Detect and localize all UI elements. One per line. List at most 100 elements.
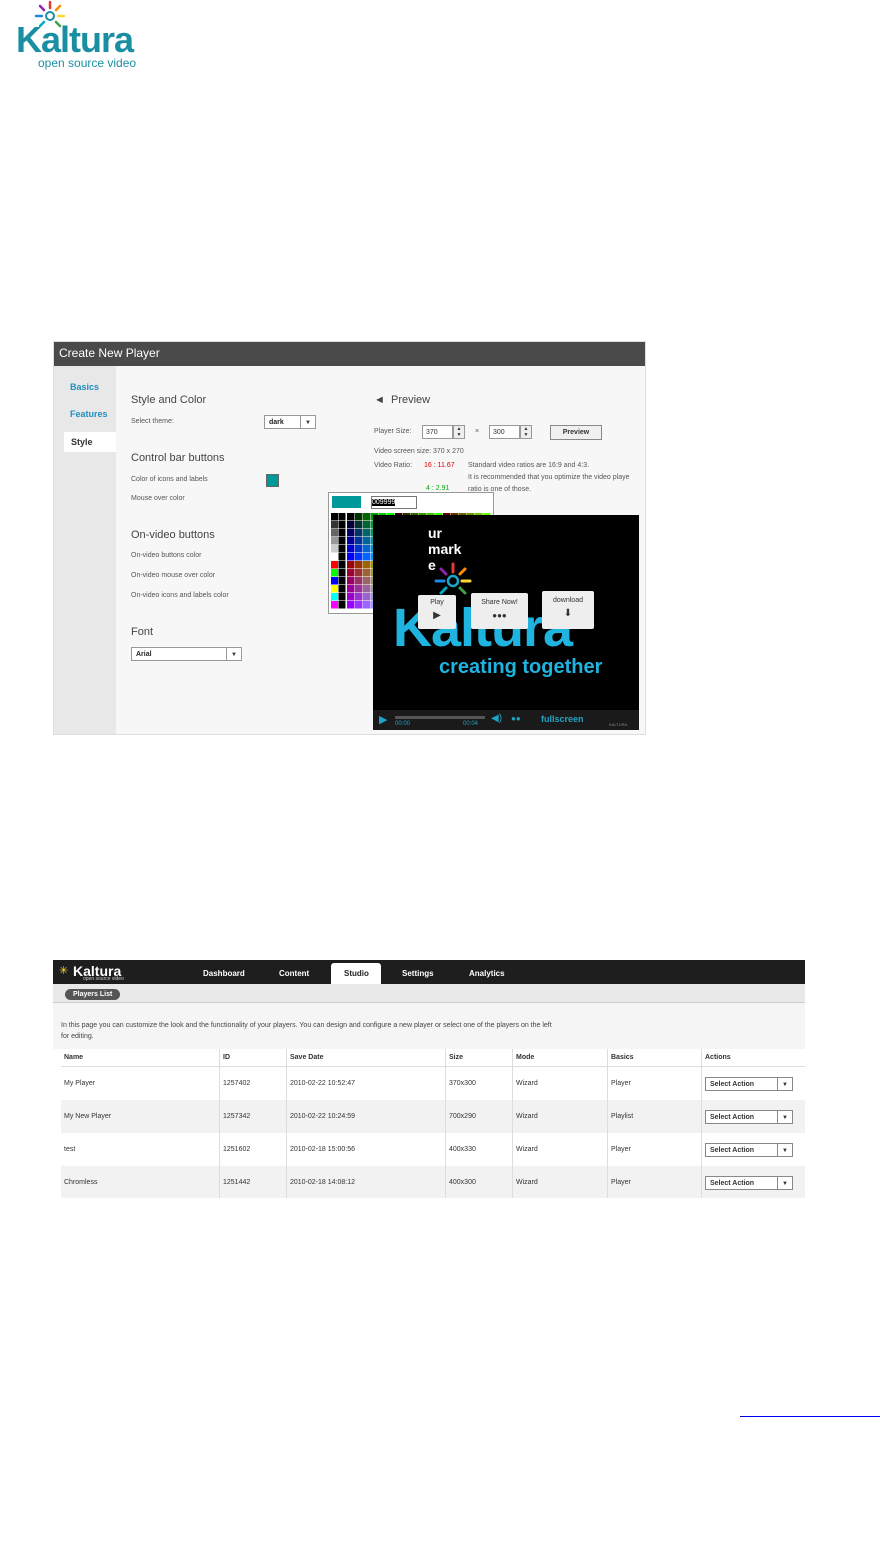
- kaltura-logo: Kaltura open source video: [14, 0, 154, 72]
- preview-button[interactable]: Preview: [550, 425, 602, 440]
- select-action-dropdown[interactable]: Select Action ▼: [705, 1076, 793, 1091]
- sidebar-item-style[interactable]: Style: [64, 432, 117, 452]
- table-row[interactable]: Chromless 1251442 2010-02-18 14:08:12 40…: [61, 1166, 805, 1198]
- cell-size: 700x290: [445, 1100, 513, 1133]
- video-slogan: creating together: [439, 656, 603, 678]
- cell-mode: Wizard: [512, 1166, 608, 1198]
- table-row[interactable]: My Player 1257402 2010-02-22 10:52:47 37…: [61, 1066, 806, 1101]
- panel-title: Create New Player: [54, 342, 645, 366]
- player-width-input[interactable]: 370: [422, 425, 453, 439]
- chevron-down-icon: ▼: [300, 416, 315, 428]
- preview-heading[interactable]: ◄ Preview: [374, 394, 430, 406]
- cell-mode: Wizard: [512, 1100, 608, 1133]
- select-action-dropdown[interactable]: Select Action ▼: [705, 1142, 793, 1157]
- cell-name: Chromless: [61, 1166, 220, 1198]
- ratio-value-green: 4 : 2.91: [426, 485, 450, 492]
- cell-actions: Select Action ▼: [702, 1067, 806, 1101]
- nav-logo-tagline: open source video: [83, 976, 124, 982]
- color-swatch-icons[interactable]: [266, 474, 279, 487]
- cell-actions: Select Action ▼: [701, 1166, 805, 1198]
- font-select[interactable]: Arial ▼: [131, 647, 242, 661]
- select-action-dropdown[interactable]: Select Action ▼: [705, 1175, 793, 1190]
- players-table: Name ID Save Date Size Mode Basics Actio…: [61, 1049, 805, 1198]
- hex-input[interactable]: 009999: [371, 496, 417, 509]
- nav-tab-settings[interactable]: Settings: [402, 969, 434, 978]
- column-header-size[interactable]: Size: [445, 1049, 513, 1067]
- cell-mode: Wizard: [512, 1066, 608, 1100]
- cell-actions: Select Action ▼: [702, 1133, 806, 1166]
- players-list-screen: ✳ Kaltura open source video Dashboard Co…: [53, 960, 805, 1198]
- time-start: 00:00: [395, 721, 411, 727]
- nav-tab-dashboard[interactable]: Dashboard: [203, 969, 245, 978]
- hyperlink-underline[interactable]: [740, 1416, 880, 1417]
- mini-logo: KALTURA: [609, 722, 628, 727]
- cell-actions: Select Action ▼: [701, 1100, 805, 1133]
- share-now-button[interactable]: Share Now! ●●●: [471, 593, 528, 629]
- chevron-down-icon: ▼: [226, 648, 241, 660]
- column-header-name[interactable]: Name: [61, 1049, 220, 1067]
- logo-wordmark: Kaltura: [16, 19, 134, 60]
- nav-tab-analytics[interactable]: Analytics: [469, 969, 505, 978]
- people-icon: ●●●: [492, 611, 507, 620]
- cell-name: My New Player: [61, 1100, 220, 1133]
- sidebar-item-features[interactable]: Features: [70, 409, 108, 419]
- chevron-down-icon: ▼: [777, 1176, 792, 1189]
- cell-basics: Player: [607, 1166, 702, 1198]
- table-row[interactable]: My New Player 1257342 2010-02-22 10:24:5…: [61, 1100, 805, 1133]
- scrubber[interactable]: [395, 716, 485, 719]
- video-text-1: ur: [428, 525, 442, 541]
- column-header-mode[interactable]: Mode: [512, 1049, 608, 1067]
- cell-date: 2010-02-22 10:24:59: [286, 1100, 446, 1133]
- logo-tagline: open source video: [38, 56, 137, 70]
- player-height-input[interactable]: 300: [489, 425, 520, 439]
- cell-date: 2010-02-22 10:52:47: [286, 1066, 446, 1100]
- page-description: In this page you can customize the look …: [61, 1022, 552, 1040]
- ratio-note-3: ratio is one of those.: [468, 486, 532, 493]
- style-color-heading: Style and Color: [131, 394, 207, 406]
- cell-size: 400x330: [445, 1133, 513, 1166]
- column-header-save-date[interactable]: Save Date: [286, 1049, 446, 1067]
- play-overlay-button[interactable]: Play ▶: [418, 595, 456, 629]
- cell-size: 400x300: [445, 1166, 513, 1198]
- font-heading: Font: [131, 626, 154, 638]
- cell-name: test: [61, 1133, 220, 1166]
- theme-select[interactable]: dark ▼: [264, 415, 316, 429]
- cell-date: 2010-02-18 14:08:12: [286, 1166, 446, 1198]
- cell-id: 1257342: [219, 1100, 287, 1133]
- cell-size: 370x300: [445, 1066, 513, 1100]
- on-video-icons-labels-label: On-video icons and labels color: [131, 592, 229, 599]
- sidebar-item-basics[interactable]: Basics: [70, 382, 99, 392]
- times-sign: ×: [475, 428, 480, 435]
- cell-id: 1251602: [219, 1133, 287, 1166]
- play-icon[interactable]: ▶: [379, 713, 387, 726]
- share-icon[interactable]: ●●: [511, 714, 521, 723]
- nav-tab-content[interactable]: Content: [279, 969, 309, 978]
- volume-icon[interactable]: ◀): [491, 713, 502, 724]
- breadcrumb[interactable]: Players List: [65, 989, 121, 1000]
- select-action-dropdown[interactable]: Select Action ▼: [705, 1109, 793, 1124]
- color-icons-label: Color of icons and labels: [131, 476, 208, 483]
- height-stepper[interactable]: ▲ ▼: [520, 425, 532, 439]
- cell-basics: Player: [607, 1066, 702, 1100]
- video-preview[interactable]: ur mark e Kaltura creating together Play: [373, 515, 639, 730]
- control-bar-heading: Control bar buttons: [131, 452, 225, 464]
- video-screen-size: Video screen size: 370 x 270: [374, 448, 464, 455]
- mouse-over-label: Mouse over color: [131, 495, 185, 502]
- column-header-actions: Actions: [701, 1049, 805, 1067]
- video-ratio-label: Video Ratio:: [374, 462, 413, 469]
- column-header-basics[interactable]: Basics: [607, 1049, 702, 1067]
- on-video-mouse-over-label: On-video mouse over color: [131, 572, 216, 579]
- download-button[interactable]: download ⬇: [542, 591, 594, 629]
- ratio-value-red: 16 : 11.67: [424, 462, 455, 469]
- nav-tab-studio[interactable]: Studio: [331, 963, 381, 984]
- time-end: 00:04: [463, 721, 479, 727]
- chevron-down-icon: ▼: [777, 1077, 792, 1090]
- ratio-note-1: Standard video ratios are 16:9 and 4:3.: [468, 462, 590, 469]
- fullscreen-button[interactable]: fullscreen: [541, 714, 584, 724]
- table-row[interactable]: test 1251602 2010-02-18 15:00:56 400x330…: [61, 1133, 805, 1166]
- chevron-down-icon: ▼: [777, 1110, 792, 1123]
- width-stepper[interactable]: ▲ ▼: [453, 425, 465, 439]
- column-header-id[interactable]: ID: [219, 1049, 287, 1067]
- video-text-2: mark: [428, 541, 462, 557]
- breadcrumb-bar: [53, 984, 805, 1003]
